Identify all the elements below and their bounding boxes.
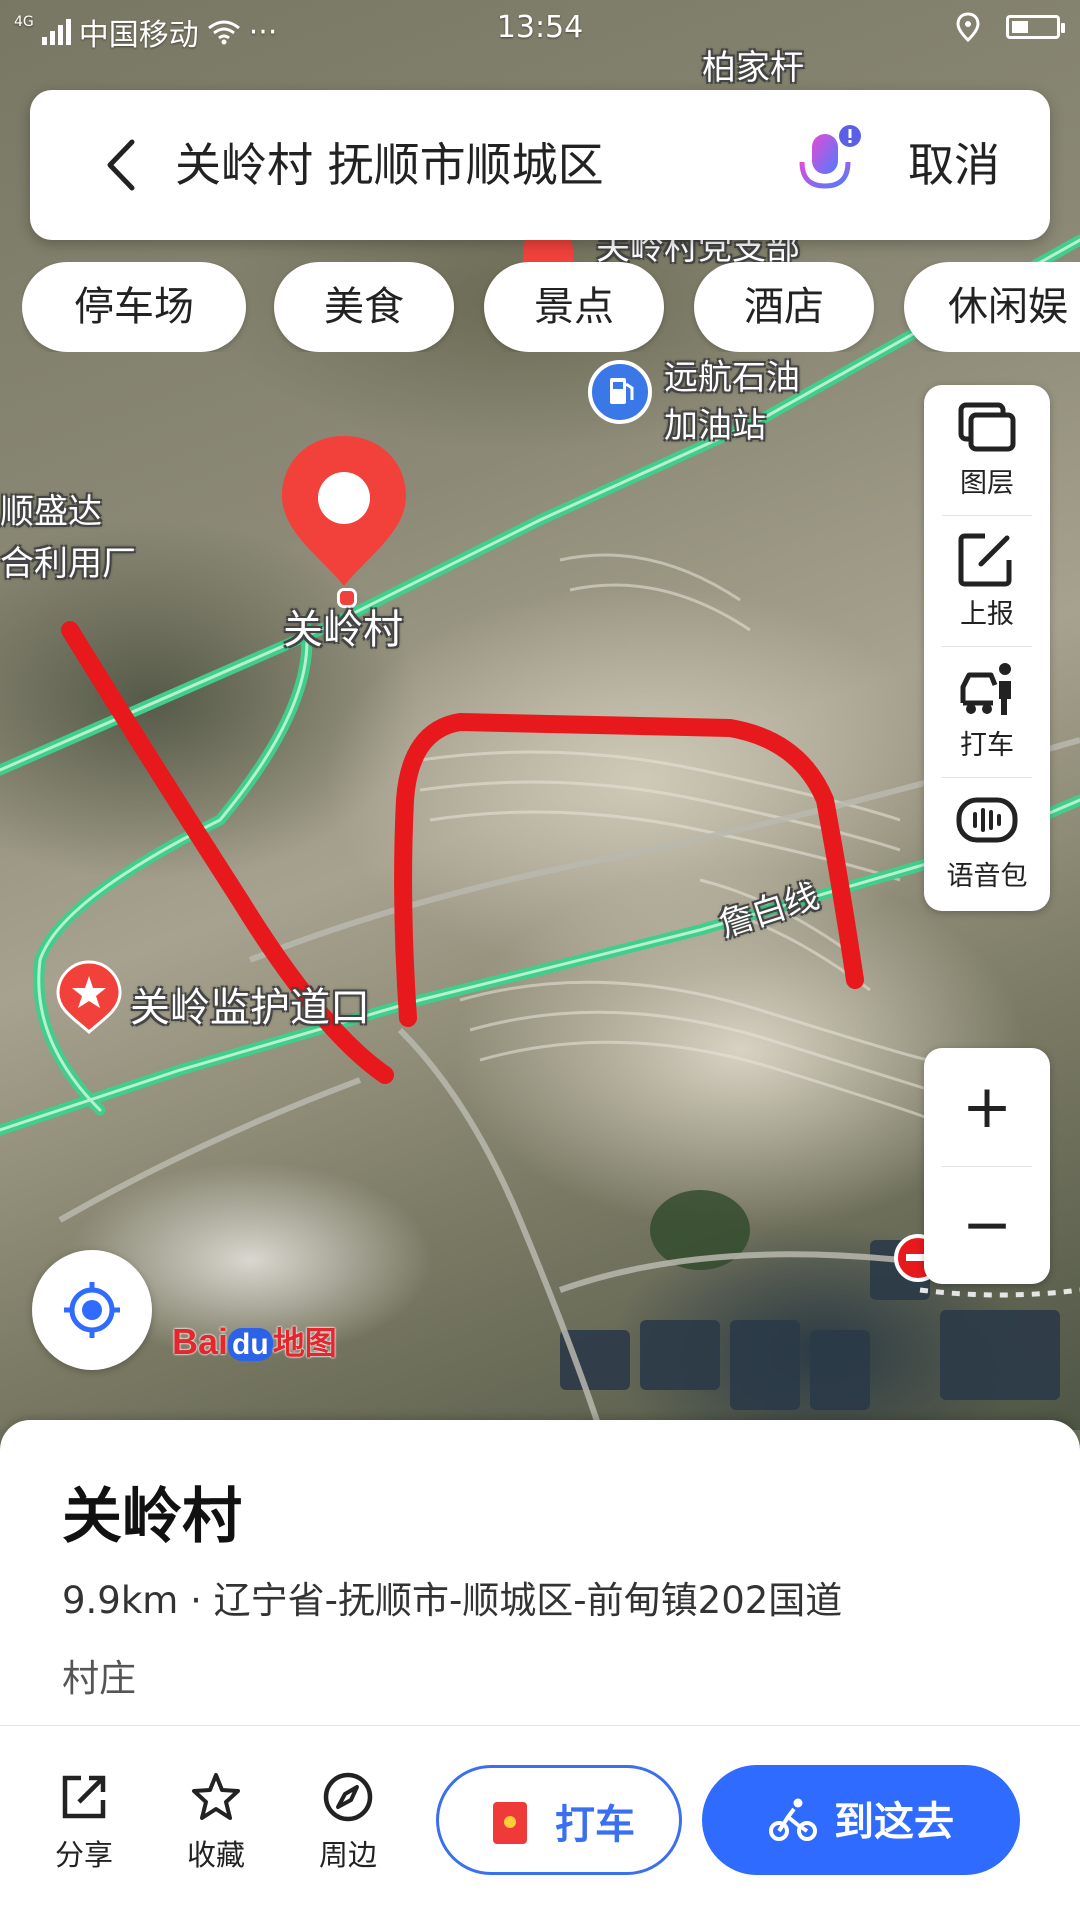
taxi-button[interactable]: 打车 xyxy=(436,1765,682,1875)
locate-me-button[interactable] xyxy=(32,1250,152,1370)
tool-label-voice-pack: 语音包 xyxy=(946,861,1028,892)
chip-food[interactable]: 美食 xyxy=(274,262,454,352)
go-button-label: 到这去 xyxy=(834,1799,954,1845)
category-chips: 停车场 美食 景点 酒店 休闲娱 xyxy=(22,262,1080,352)
share-icon xyxy=(62,1775,106,1819)
search-bar[interactable]: 关岭村 抚顺市顺城区 取消 xyxy=(30,90,1050,240)
map-label-checkpoint[interactable]: 关岭监护道口 xyxy=(130,975,370,1033)
tool-label-report: 上报 xyxy=(960,599,1014,630)
zoom-out-button[interactable]: − xyxy=(924,1166,1050,1284)
search-query[interactable]: 关岭村 抚顺市顺城区 xyxy=(175,130,604,200)
favorite-label: 收藏 xyxy=(186,1838,245,1872)
map-label-pin[interactable]: 关岭村 xyxy=(283,597,403,655)
go-here-button[interactable]: 到这去 xyxy=(702,1765,1020,1875)
tool-label-layers: 图层 xyxy=(960,468,1014,499)
map-label-factory-2[interactable]: 合利用厂 xyxy=(0,536,136,585)
logo-part-3: 地图 xyxy=(272,1325,337,1361)
battery-icon xyxy=(1006,15,1065,39)
tool-label-taxi: 打车 xyxy=(960,730,1014,761)
cancel-button[interactable]: 取消 xyxy=(908,130,1000,200)
logo-part-2: du xyxy=(228,1328,273,1361)
location-pin-icon[interactable] xyxy=(278,432,410,592)
zoom-in-button[interactable]: + xyxy=(924,1048,1050,1166)
map-label-gas-station-2[interactable]: 加油站 xyxy=(664,398,766,447)
gas-station-icon[interactable] xyxy=(588,360,652,424)
voice-search-button[interactable] xyxy=(780,120,870,210)
locate-icon xyxy=(64,1282,120,1338)
sheet-divider xyxy=(0,1725,1080,1726)
bike-icon xyxy=(769,1798,817,1841)
chip-hotels[interactable]: 酒店 xyxy=(694,262,874,352)
microphone-icon xyxy=(799,125,861,200)
chevron-left-icon xyxy=(107,139,135,191)
layers-button[interactable]: 图层 xyxy=(924,385,1050,515)
nearby-button[interactable]: 周边 xyxy=(298,1770,398,1874)
place-address: 9.9km · 辽宁省-抚顺市-顺城区-前甸镇202国道 xyxy=(62,1579,843,1622)
baidu-map-logo: Bai du 地图 xyxy=(172,1318,337,1364)
share-label: 分享 xyxy=(54,1838,113,1872)
chip-attractions[interactable]: 景点 xyxy=(484,262,664,352)
red-envelope-icon xyxy=(493,1802,527,1844)
place-title: 关岭村 xyxy=(62,1482,242,1552)
star-icon xyxy=(192,1773,240,1820)
place-detail-sheet[interactable]: 关岭村 9.9km · 辽宁省-抚顺市-顺城区-前甸镇202国道 村庄 分享 收… xyxy=(0,1420,1080,1920)
status-bar: 4G 中国移动 ··· 13:54 xyxy=(0,0,1080,58)
map-tools-panel: 图层 上报 打车 语音包 xyxy=(924,385,1050,911)
taxi-button-label: 打车 xyxy=(555,1802,635,1848)
zoom-controls: + − xyxy=(924,1048,1050,1284)
taxi-icon xyxy=(960,663,1011,715)
status-time: 13:54 xyxy=(496,10,584,45)
nearby-label: 周边 xyxy=(318,1838,377,1872)
layers-icon xyxy=(958,402,1016,452)
taxi-tool-button[interactable]: 打车 xyxy=(924,647,1050,777)
voice-pack-icon xyxy=(956,797,1018,843)
map-label-factory-1[interactable]: 顺盛达 xyxy=(0,484,102,533)
chip-parking[interactable]: 停车场 xyxy=(22,262,246,352)
chip-leisure[interactable]: 休闲娱 xyxy=(904,262,1080,352)
map-label-gas-station-1[interactable]: 远航石油 xyxy=(664,350,800,399)
voice-pack-button[interactable]: 语音包 xyxy=(924,778,1050,908)
favorite-button[interactable]: 收藏 xyxy=(166,1770,266,1874)
share-button[interactable]: 分享 xyxy=(34,1770,134,1874)
back-button[interactable] xyxy=(92,130,152,200)
logo-part-1: Bai xyxy=(172,1321,229,1362)
place-type: 村庄 xyxy=(62,1657,136,1700)
compass-icon xyxy=(323,1772,373,1822)
checkpoint-star-icon[interactable] xyxy=(56,960,122,1034)
location-status-icon xyxy=(956,12,980,42)
report-icon xyxy=(958,533,1012,587)
report-button[interactable]: 上报 xyxy=(924,516,1050,646)
